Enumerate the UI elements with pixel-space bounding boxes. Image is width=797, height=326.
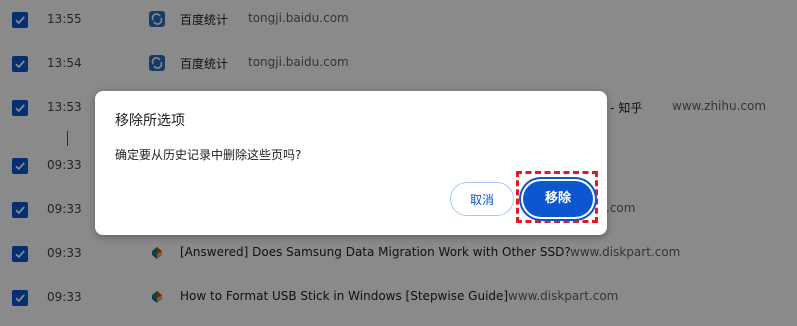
remove-button[interactable]: 移除 (523, 181, 593, 217)
dialog-title: 移除所选项 (115, 113, 185, 129)
remove-selected-dialog: 移除所选项 确定要从历史记录中删除这些页吗? 取消 移除 (95, 91, 607, 235)
cancel-button[interactable]: 取消 (450, 182, 514, 216)
dialog-message: 确定要从历史记录中删除这些页吗? (115, 148, 302, 162)
